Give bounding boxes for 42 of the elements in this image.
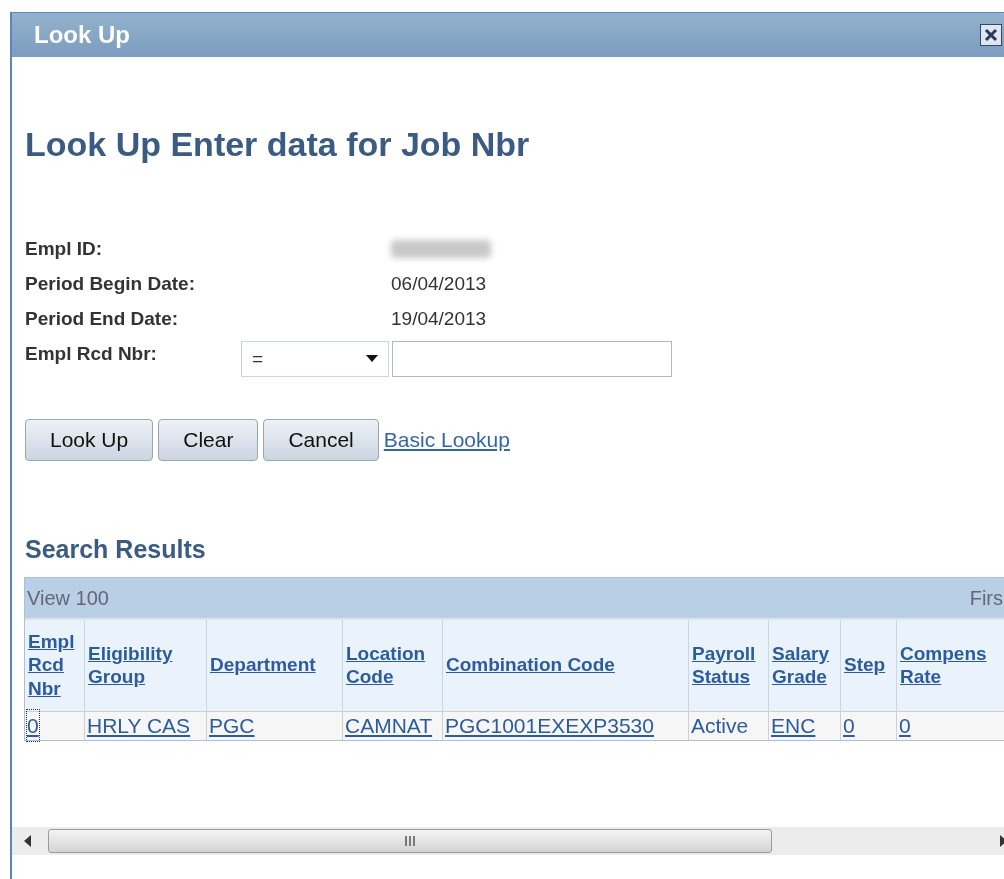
page-heading: Look Up Enter data for Job Nbr [25,127,531,161]
field-value: 19/04/2013 [391,306,487,331]
field-label: Period Begin Date: [25,271,196,296]
close-button[interactable] [980,24,1002,46]
results-heading: Search Results [25,534,207,565]
view-count[interactable]: View 100 [27,582,109,613]
basic-lookup-link[interactable]: Basic Lookup [383,423,510,455]
horizontal-scrollbar[interactable] [12,827,1004,855]
field-label: Empl ID: [25,236,104,261]
table-cell[interactable]: ENC [771,709,816,742]
field-label: Period End Date: [25,306,180,331]
column-header[interactable]: Step [841,619,897,711]
table-cell[interactable]: PGC1001EXEXP3530 [445,709,654,742]
input-field[interactable] [392,341,672,377]
column-header[interactable]: Department [207,619,343,711]
scroll-thumb[interactable] [48,829,772,853]
table-cell[interactable]: 0 [899,709,911,742]
column-header[interactable]: Empl Rcd Nbr [25,619,85,711]
field-value: 06/04/2013 [391,271,487,296]
caret-icon [366,355,378,363]
action-button[interactable]: Cancel [263,419,379,461]
grip-icon [405,836,415,846]
action-button[interactable]: Clear [158,419,259,461]
field-label: Empl Rcd Nbr: [25,341,158,366]
nav-text[interactable]: Firs [969,582,1003,613]
table-cell[interactable]: HRLY CAS [87,709,191,742]
table-cell[interactable]: 0 [27,709,39,742]
operator-select[interactable]: = [241,341,389,377]
column-header[interactable]: Location Code [343,619,443,711]
table-cell[interactable]: 0 [843,709,855,742]
table-cell-text: Active [691,712,749,739]
table-cell[interactable]: PGC [209,709,255,742]
column-header[interactable]: Eligibility Group [85,619,207,711]
close-icon [984,28,998,42]
column-header[interactable]: Combination Code [443,619,689,711]
scroll-left-icon[interactable] [24,835,32,847]
window-title: Look Up [34,20,130,50]
table-cell[interactable]: CAMNAT [345,709,433,742]
action-button[interactable]: Look Up [25,419,154,461]
column-header[interactable]: Payroll Status [689,619,769,711]
column-header[interactable]: Salary Grade [769,619,841,711]
column-header[interactable]: Compens Rate [897,619,1004,711]
